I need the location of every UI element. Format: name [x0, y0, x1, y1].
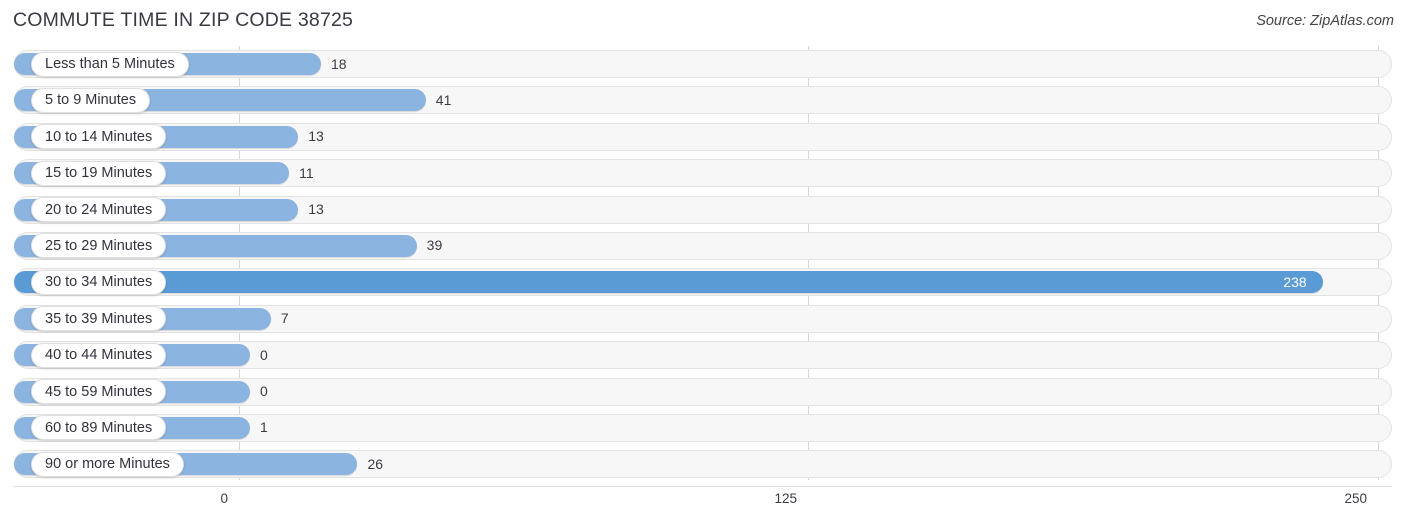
bar-value-label: 18 [331, 55, 347, 72]
bar-row[interactable]: 60 to 89 Minutes 1 [0, 410, 1406, 446]
category-label: 10 to 14 Minutes [31, 124, 167, 150]
bar-row[interactable]: 15 to 19 Minutes 11 [0, 155, 1406, 191]
category-label: 30 to 34 Minutes [31, 269, 167, 295]
bar[interactable] [14, 271, 1324, 294]
bar-value-label: 1 [260, 419, 268, 436]
bar-value-label: 13 [308, 201, 324, 218]
bar-row[interactable]: 5 to 9 Minutes 41 [0, 82, 1406, 118]
x-tick-125: 125 [774, 491, 797, 506]
category-label: 90 or more Minutes [31, 451, 184, 477]
bar-value-label: 13 [308, 128, 324, 145]
bar-row[interactable]: 30 to 34 Minutes 238 [0, 264, 1406, 300]
category-label: 40 to 44 Minutes [31, 342, 167, 368]
bar-value-label: 26 [367, 455, 384, 472]
bar-value-label: 0 [260, 346, 268, 363]
category-label: Less than 5 Minutes [31, 51, 189, 77]
bar-row[interactable]: 40 to 44 Minutes 0 [0, 337, 1406, 373]
axis-line [14, 486, 1392, 487]
bar-row[interactable]: Less than 5 Minutes 18 [0, 46, 1406, 82]
bar-value-label: 0 [260, 383, 268, 400]
bar-value-label: 41 [435, 91, 452, 108]
category-label: 5 to 9 Minutes [31, 87, 151, 113]
bar-value-label: 7 [280, 310, 289, 327]
bar-row[interactable]: 35 to 39 Minutes 7 [0, 301, 1406, 337]
x-tick-0: 0 [220, 491, 228, 506]
commute-time-chart: COMMUTE TIME IN ZIP CODE 38725 Source: Z… [0, 0, 1406, 522]
source-attribution: Source: ZipAtlas.com [1256, 13, 1394, 29]
category-label: 20 to 24 Minutes [31, 197, 167, 223]
x-axis: 0 125 250 [0, 486, 1406, 522]
page-title: COMMUTE TIME IN ZIP CODE 38725 [13, 9, 354, 31]
plot-area: Less than 5 Minutes 18 5 to 9 Minutes 41 10 … [0, 46, 1406, 486]
category-label: 45 to 59 Minutes [31, 379, 167, 405]
category-label: 60 to 89 Minutes [31, 415, 167, 441]
bar-row[interactable]: 90 or more Minutes 26 [0, 446, 1406, 482]
bar-row[interactable]: 25 to 29 Minutes 39 [0, 228, 1406, 264]
category-label: 35 to 39 Minutes [31, 306, 167, 332]
bar-rows: Less than 5 Minutes 18 5 to 9 Minutes 41 10 … [0, 46, 1406, 483]
bar-value-label: 39 [426, 237, 443, 254]
bar-row[interactable]: 20 to 24 Minutes 13 [0, 192, 1406, 228]
bar-value-label: 238 [1283, 273, 1307, 290]
category-label: 25 to 29 Minutes [31, 233, 167, 259]
category-label: 15 to 19 Minutes [31, 160, 167, 186]
bar-row[interactable]: 10 to 14 Minutes 13 [0, 119, 1406, 155]
bar-value-label: 11 [299, 164, 314, 181]
x-tick-250: 250 [1344, 491, 1367, 506]
bar-row[interactable]: 45 to 59 Minutes 0 [0, 374, 1406, 410]
